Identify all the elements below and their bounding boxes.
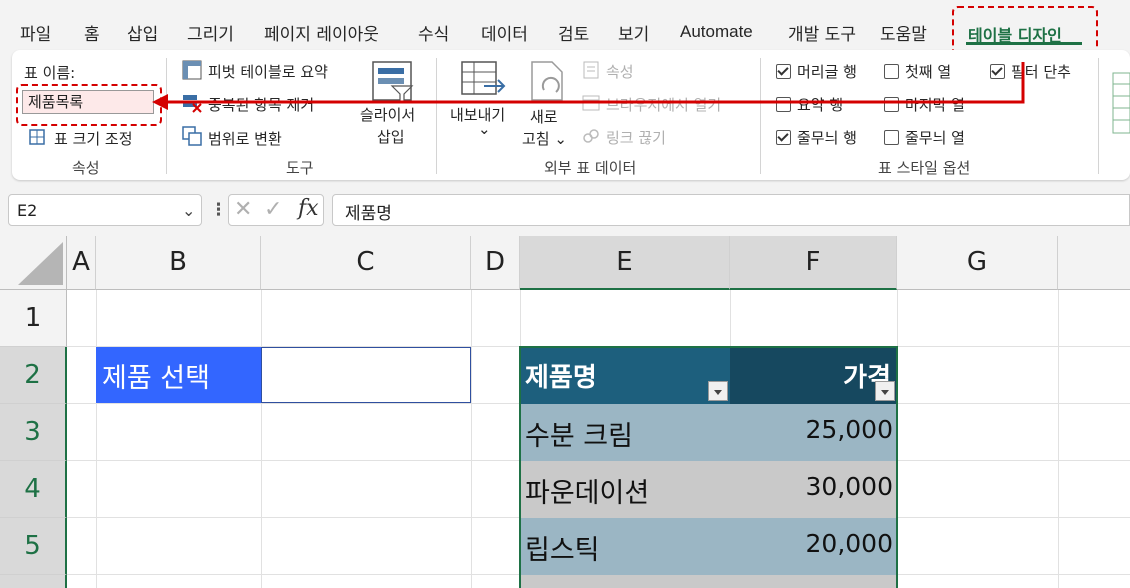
annotation-arrow	[152, 62, 1025, 110]
unlink-button[interactable]: 링크 끊기	[606, 127, 666, 148]
tab-help[interactable]: 도움말	[880, 20, 927, 45]
tab-page-layout[interactable]: 페이지 레이아웃	[264, 20, 379, 45]
row-header-4[interactable]: 4	[0, 461, 67, 518]
column-header-c[interactable]: C	[261, 236, 471, 290]
formula-input-value: 제품명	[345, 204, 392, 224]
gridline	[471, 290, 472, 588]
convert-to-range-button[interactable]: 범위로 변환	[208, 128, 282, 149]
banded-columns-label: 줄무늬 열	[905, 129, 965, 147]
group-label-style-options: 표 스타일 옵션	[878, 159, 971, 177]
table-name-label: 표 이름:	[24, 64, 76, 82]
cell-b2[interactable]: 제품 선택	[96, 347, 261, 403]
banded-rows-label: 줄무늬 행	[797, 129, 857, 147]
column-header-f[interactable]: F	[730, 236, 897, 290]
column-header-e[interactable]: E	[520, 236, 730, 290]
tab-automate[interactable]: Automate	[680, 22, 753, 42]
tab-file[interactable]: 파일	[20, 20, 51, 45]
table-style-gallery-icon[interactable]	[1112, 72, 1130, 138]
product-select-label: 제품 선택	[102, 363, 210, 394]
insert-slicer-label-2[interactable]: 삽입	[377, 126, 405, 147]
tab-home[interactable]: 홈	[84, 20, 100, 45]
selection-range-outline	[519, 346, 898, 588]
gridline	[261, 290, 262, 588]
name-box-value: E2	[17, 201, 38, 220]
group-label-properties: 속성	[72, 159, 100, 177]
row-header-2[interactable]: 2	[0, 347, 67, 404]
column-header-b[interactable]: B	[96, 236, 261, 290]
column-header-h[interactable]	[1058, 236, 1130, 290]
name-box[interactable]: E2	[8, 194, 202, 226]
highlight-table-name	[16, 84, 162, 126]
group-separator	[1098, 58, 1099, 174]
tab-draw[interactable]: 그리기	[187, 20, 234, 45]
gridline	[96, 290, 97, 588]
export-chevron-icon[interactable]: ⌄	[478, 120, 491, 138]
group-label-external-data: 외부 표 데이터	[544, 159, 637, 177]
select-all-corner[interactable]	[0, 236, 67, 290]
tab-data[interactable]: 데이터	[481, 20, 528, 45]
cancel-icon[interactable]: ✕	[234, 197, 252, 222]
cell-c2-input[interactable]	[261, 347, 471, 403]
group-label-tools: 도구	[286, 159, 314, 177]
column-header-g[interactable]: G	[897, 236, 1058, 290]
unlink-icon	[582, 127, 600, 149]
tab-review[interactable]: 검토	[558, 20, 589, 45]
formula-input[interactable]: 제품명	[332, 194, 1130, 226]
resize-table-button[interactable]: 표 크기 조정	[54, 128, 133, 149]
column-header-a[interactable]: A	[67, 236, 96, 290]
row-header-5[interactable]: 5	[0, 518, 67, 575]
row-header-6[interactable]	[0, 575, 67, 588]
banded-rows-checkbox[interactable]	[776, 130, 791, 145]
convert-to-range-icon	[182, 126, 202, 150]
insert-function-icon[interactable]: fx	[298, 196, 319, 221]
resize-table-icon	[28, 128, 46, 146]
tab-insert[interactable]: 삽입	[127, 20, 158, 45]
refresh-label-2[interactable]: 고침 ⌄	[522, 128, 567, 149]
row-header-3[interactable]: 3	[0, 404, 67, 461]
chevron-down-icon[interactable]: ⌄	[182, 201, 195, 220]
tab-view[interactable]: 보기	[618, 20, 649, 45]
column-header-d[interactable]: D	[471, 236, 520, 290]
tab-developer[interactable]: 개발 도구	[788, 20, 856, 45]
more-options-icon[interactable]: ⋮	[210, 200, 227, 220]
confirm-icon[interactable]: ✓	[264, 197, 282, 222]
tab-formulas[interactable]: 수식	[418, 20, 449, 45]
row-header-1[interactable]: 1	[0, 290, 67, 347]
banded-columns-checkbox[interactable]	[884, 130, 899, 145]
gridline	[1058, 290, 1059, 588]
